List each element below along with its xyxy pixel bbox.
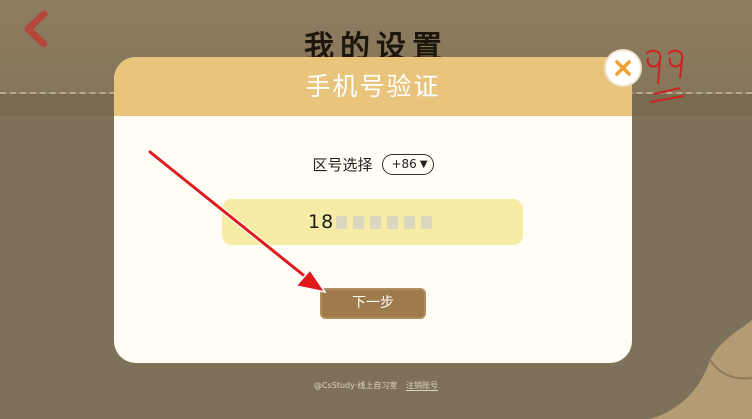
redacted-digits bbox=[336, 215, 433, 229]
dialog-title: 手机号验证 bbox=[114, 57, 632, 116]
region-code-select[interactable]: +86 ▼ bbox=[382, 153, 434, 175]
close-icon bbox=[615, 60, 631, 76]
dropdown-caret-icon: ▼ bbox=[419, 158, 428, 170]
region-code-value: +86 bbox=[391, 157, 417, 171]
region-row: 区号选择 +86 ▼ bbox=[114, 152, 632, 176]
phone-number-field[interactable]: 18 bbox=[222, 199, 523, 245]
footer: @CsStudy·线上自习室 注销账号 bbox=[0, 380, 752, 391]
footer-copyright: @CsStudy·线上自习室 bbox=[314, 381, 398, 390]
deactivate-account-link[interactable]: 注销账号 bbox=[405, 381, 438, 391]
region-label: 区号选择 bbox=[312, 155, 373, 174]
handwritten-scribble-icon bbox=[645, 49, 685, 103]
phone-number-value: 18 bbox=[308, 211, 335, 233]
next-button[interactable]: 下一步 bbox=[320, 288, 426, 319]
close-button[interactable] bbox=[606, 51, 640, 85]
page-curl-decoration bbox=[650, 320, 752, 419]
phone-verification-dialog: 手机号验证 区号选择 +86 ▼ 18 下一步 bbox=[114, 57, 632, 363]
